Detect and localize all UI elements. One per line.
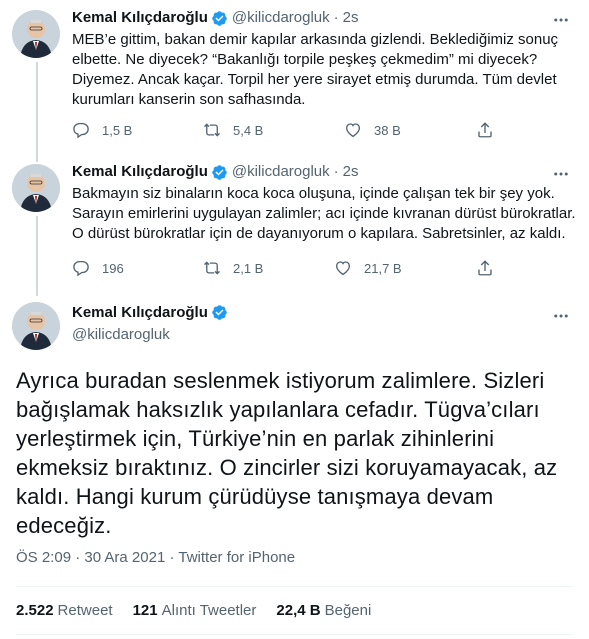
tweet-text-line: ekmeksiz bıraktınız. O zincirler sizi ko…: [16, 455, 558, 480]
retweet-icon: [204, 123, 220, 137]
reply-icon: [73, 122, 89, 139]
author-name-row: Kemal Kılıçdaroğlu: [72, 304, 232, 321]
author-name[interactable]: Kemal Kılıçdaroğlu: [72, 304, 208, 321]
separator-dot: ·: [333, 9, 339, 26]
tweet-text-line: elbette. Ne diyecek? “Bakanlığı torpile …: [72, 51, 538, 68]
like-count: 21,7 B: [364, 260, 402, 276]
tweet-actions: 196 2,1 B 21,7 B: [72, 259, 502, 279]
quotes-label: Alıntı Tweetler: [161, 602, 257, 619]
more-options-icon[interactable]: [551, 10, 571, 30]
quotes-stat[interactable]: 121 Alıntı Tweetler: [133, 602, 257, 619]
engagement-stats: 2.522 Retweet 121 Alıntı Tweetler 22,4 B Be…: [16, 602, 391, 619]
quotes-total: 121: [132, 602, 158, 619]
tweet-text-line: Bakmayın siz binaların koca koca oluşuna…: [72, 185, 555, 202]
tweet-text: MEB’e gittim, bakan demir kapılar arkası…: [72, 30, 558, 110]
more-options-icon[interactable]: [551, 306, 571, 326]
share-button[interactable]: [476, 259, 494, 277]
avatar[interactable]: [12, 302, 60, 350]
tweet-text-line: Diyemez. Ancak kaçar. Torpil her yere si…: [72, 71, 557, 88]
avatar[interactable]: [12, 10, 60, 58]
separator-dot: ·: [75, 549, 81, 566]
retweet-count: 5,4 B: [233, 122, 264, 138]
tweet-text-line: MEB’e gittim, bakan demir kapılar arkası…: [72, 31, 559, 48]
retweet-button[interactable]: 5,4 B: [203, 121, 263, 139]
retweet-icon: [204, 261, 220, 275]
divider: [16, 586, 573, 587]
tweet-text: Bakmayın siz binaların koca koca oluşuna…: [72, 184, 576, 244]
tweet-text-line: Ayrıca buradan seslenmek istiyorum zalim…: [16, 368, 545, 393]
author-name[interactable]: Kemal Kılıçdaroğlu: [72, 162, 208, 182]
thread-line: [36, 62, 38, 162]
separator-dot: ·: [333, 163, 339, 180]
tweet-text-line: bağışlamak haksızlık yapılanlara cefadır…: [16, 397, 540, 422]
share-icon: [478, 122, 492, 138]
separator-dot: ·: [169, 549, 175, 566]
reply-count: 196: [102, 260, 124, 276]
author-handle[interactable]: @kilicdarogluk: [232, 162, 330, 182]
tweet-actions: 1,5 B 5,4 B 38 B: [72, 121, 502, 141]
more-options-icon[interactable]: [551, 164, 571, 184]
retweets-stat[interactable]: 2.522 Retweet: [16, 602, 113, 619]
author-name[interactable]: Kemal Kılıçdaroğlu: [72, 8, 208, 28]
like-count: 38 B: [374, 122, 401, 138]
tweet-meta: ÖS 2:09 · 30 Ara 2021 · Twitter for iPho…: [16, 549, 295, 566]
likes-total: 22,4 B: [276, 602, 321, 619]
tweet-date[interactable]: 30 Ara 2021: [84, 549, 165, 566]
likes-label: Beğeni: [324, 602, 372, 619]
main-tweet-text: Ayrıca buradan seslenmek istiyorum zalim…: [16, 366, 557, 540]
retweets-label: Retweet: [57, 602, 113, 619]
reply-button[interactable]: 1,5 B: [72, 121, 132, 139]
verified-badge-icon: [211, 304, 228, 321]
author-handle[interactable]: @kilicdarogluk: [232, 8, 330, 28]
tweet-text-line: O dürüst bürokratlar için de dayanıyorum…: [72, 225, 566, 242]
divider: [16, 634, 573, 635]
avatar[interactable]: [12, 164, 60, 212]
author-handle[interactable]: @kilicdarogluk: [72, 326, 170, 343]
share-button[interactable]: [476, 121, 494, 139]
reply-count: 1,5 B: [102, 122, 133, 138]
heart-icon: [345, 123, 361, 138]
tweet-text-line: kaldı. Hangi kurum çürüdüyse tanışmaya d…: [16, 484, 494, 509]
tweet-text-line: edeceğiz.: [16, 513, 112, 538]
verified-badge-icon: [211, 10, 228, 27]
tweet-header: Kemal Kılıçdaroğlu @kilicdarogluk · 2s: [72, 8, 358, 28]
share-icon: [478, 260, 492, 276]
like-button[interactable]: 38 B: [344, 121, 401, 139]
heart-icon: [335, 261, 351, 276]
tweet-time[interactable]: 2s: [343, 162, 359, 182]
retweet-count: 2,1 B: [233, 260, 264, 276]
tweet-text-line: yerleştirmek için, Türkiye’nin en parlak…: [16, 426, 495, 451]
retweet-button[interactable]: 2,1 B: [203, 259, 263, 277]
thread-line: [36, 216, 38, 296]
like-button[interactable]: 21,7 B: [334, 259, 402, 277]
tweet-text-line: Sarayın emirlerini uygulayan zalimler; a…: [72, 205, 576, 222]
likes-stat[interactable]: 22,4 B Beğeni: [276, 602, 371, 619]
retweets-total: 2.522: [16, 602, 54, 619]
reply-button[interactable]: 196: [72, 259, 124, 277]
tweet-timestamp[interactable]: ÖS 2:09: [16, 549, 71, 566]
verified-badge-icon: [211, 164, 228, 181]
reply-icon: [73, 260, 89, 277]
tweet-header: Kemal Kılıçdaroğlu @kilicdarogluk · 2s: [72, 162, 358, 182]
tweet-text-line: kurumları kanserin son safhasında.: [72, 91, 306, 108]
tweet-time[interactable]: 2s: [343, 8, 359, 28]
tweet-source[interactable]: Twitter for iPhone: [178, 549, 295, 566]
